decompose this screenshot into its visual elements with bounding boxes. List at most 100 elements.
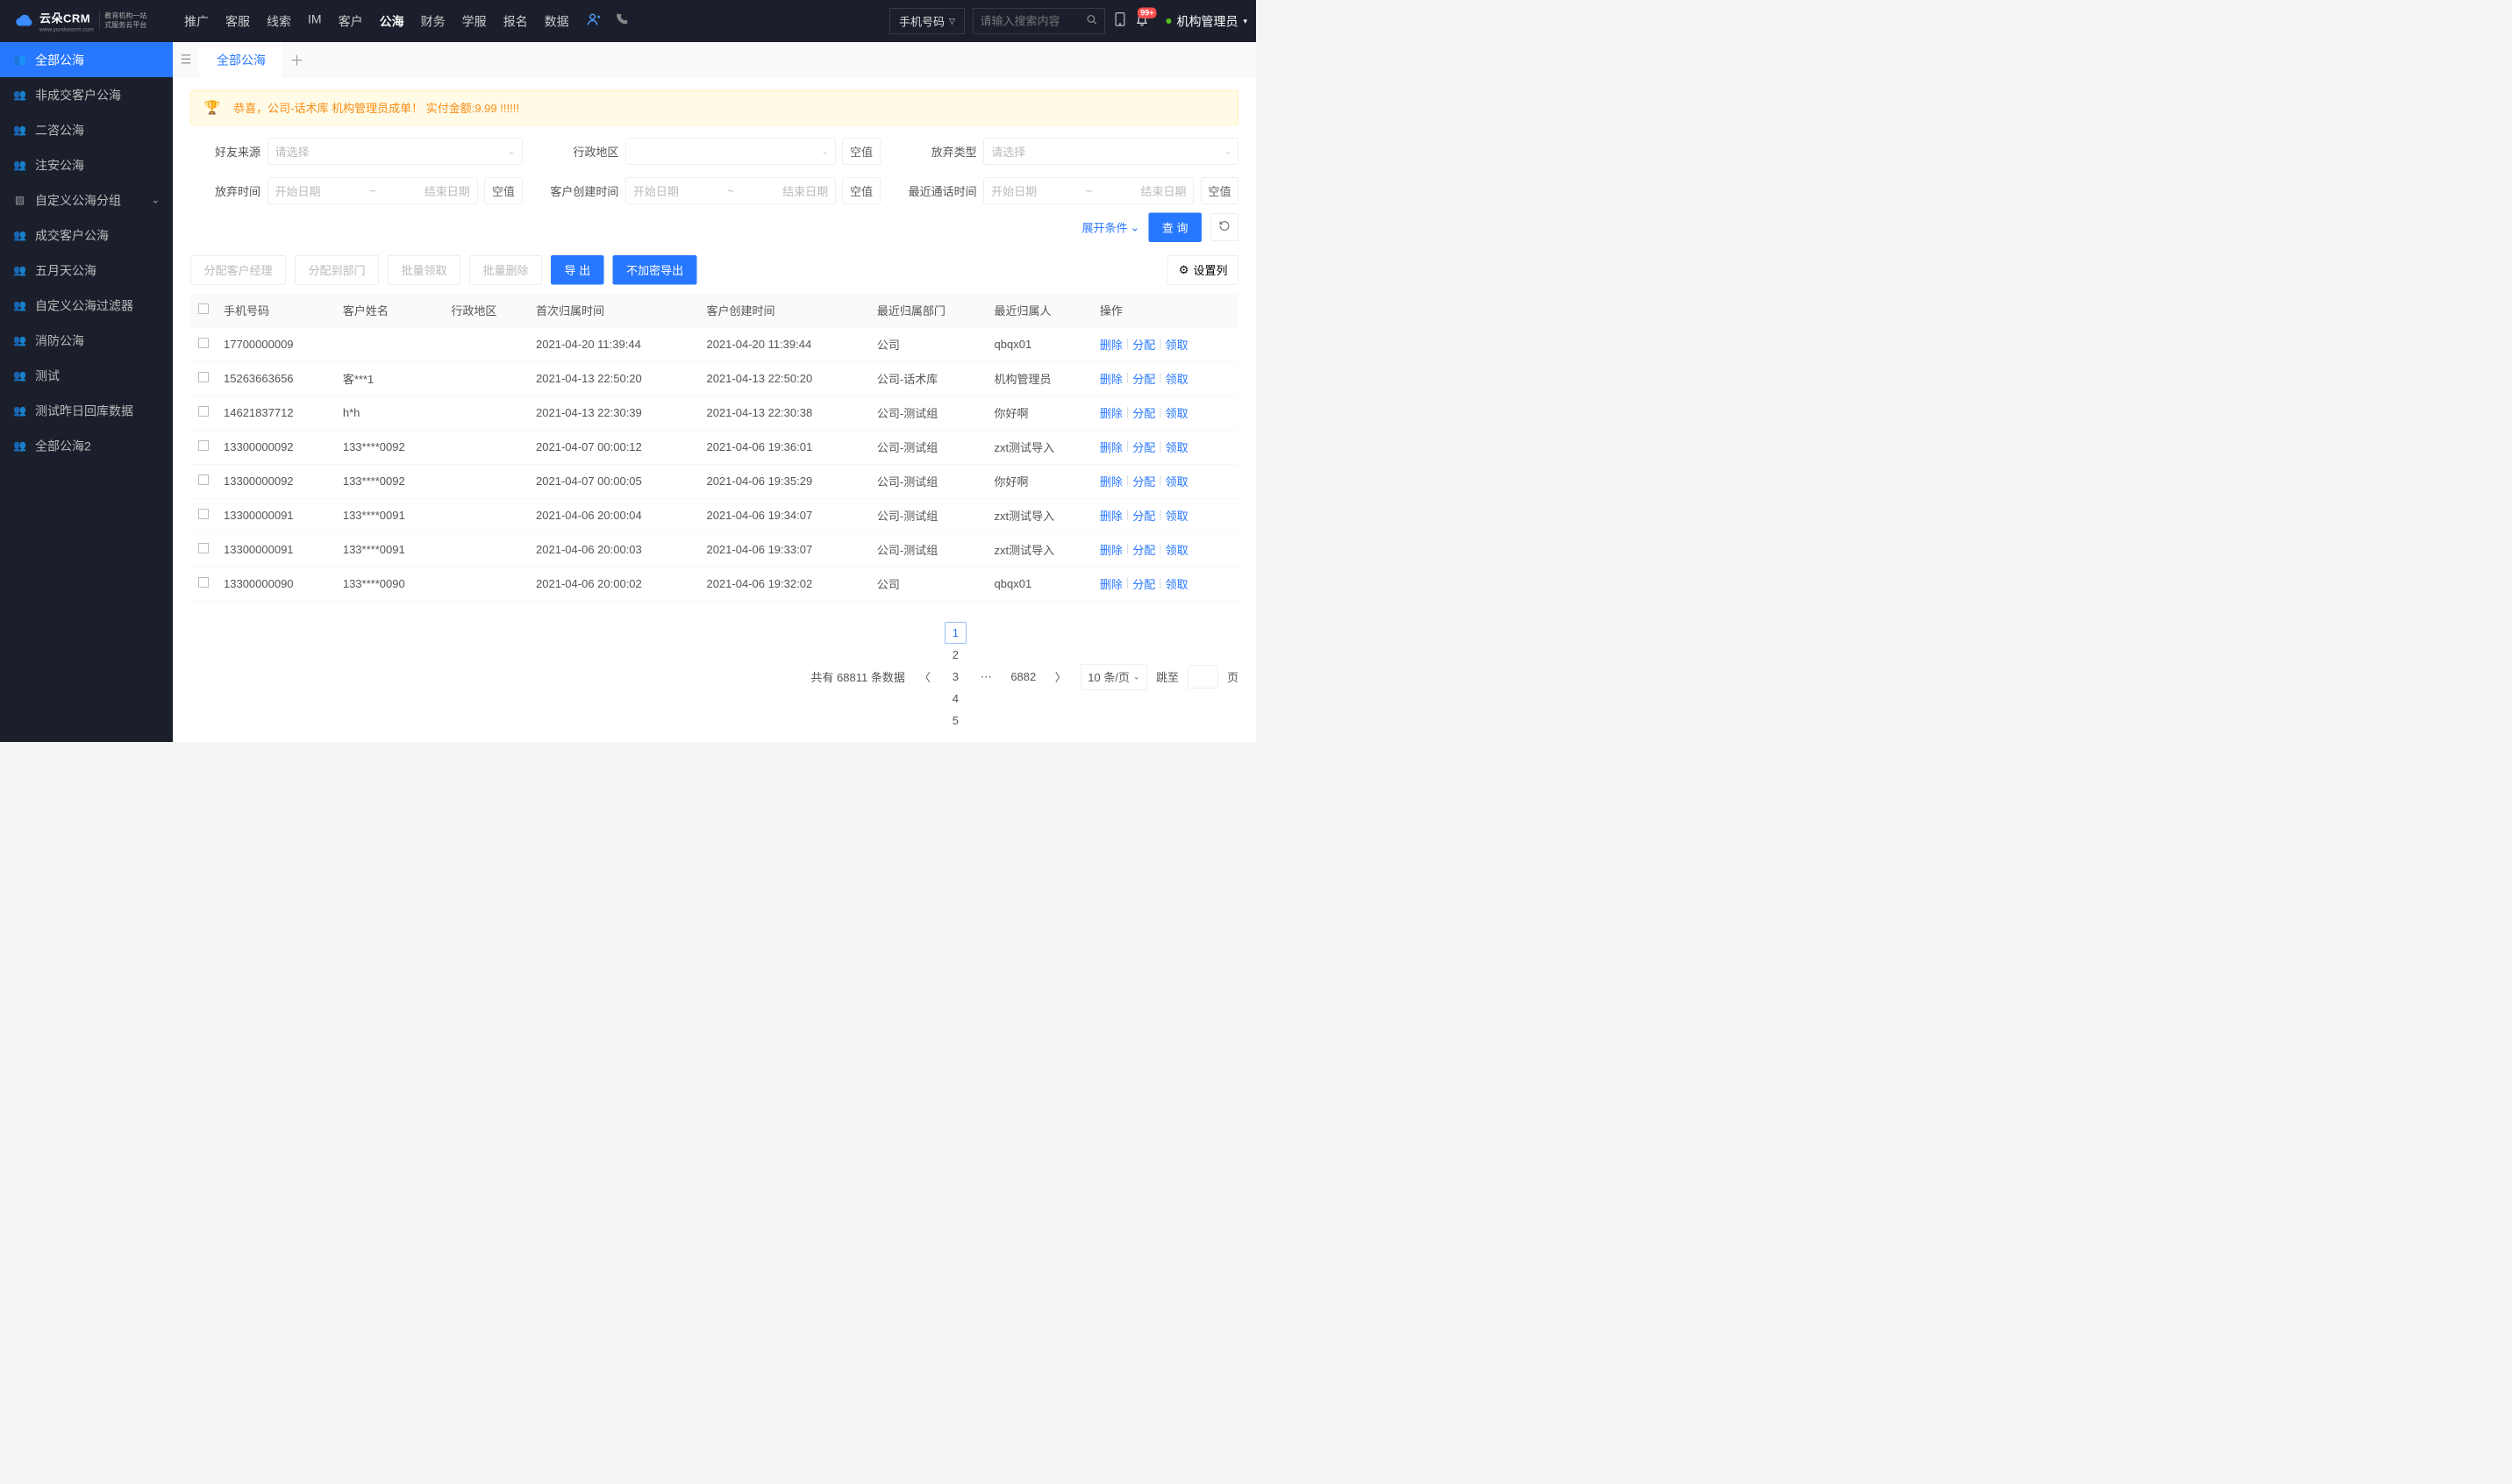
column-settings-button[interactable]: ⚙设置列 <box>1167 255 1238 285</box>
region-blank-button[interactable]: 空值 <box>843 139 881 165</box>
row-checkbox[interactable] <box>198 372 209 382</box>
row-checkbox[interactable] <box>198 440 209 451</box>
page-number-2[interactable]: 2 <box>945 644 967 666</box>
export-button[interactable]: 导 出 <box>551 255 604 285</box>
row-claim-link[interactable]: 领取 <box>1166 610 1188 612</box>
row-delete-link[interactable]: 删除 <box>1100 439 1123 456</box>
row-checkbox[interactable] <box>198 577 209 588</box>
user-menu[interactable]: 机构管理员 ▾ <box>1166 12 1247 30</box>
row-assign-link[interactable]: 分配 <box>1132 371 1155 388</box>
tab-all-sea[interactable]: 全部公海 <box>199 42 284 77</box>
nav-item-4[interactable]: 客户 <box>339 11 363 32</box>
row-claim-link[interactable]: 领取 <box>1166 405 1188 422</box>
friend-source-select[interactable]: 请选择⌄ <box>268 139 522 165</box>
row-assign-link[interactable]: 分配 <box>1132 542 1155 559</box>
row-checkbox[interactable] <box>198 406 209 417</box>
batch-delete-button[interactable]: 批量删除 <box>469 255 542 285</box>
batch-claim-button[interactable]: 批量领取 <box>388 255 460 285</box>
sidebar-item-6[interactable]: 👥五月天公海 <box>0 253 173 288</box>
last-call-blank-button[interactable]: 空值 <box>1201 178 1238 204</box>
row-delete-link[interactable]: 删除 <box>1100 371 1123 388</box>
sidebar-item-2[interactable]: 👥二咨公海 <box>0 112 173 147</box>
row-claim-link[interactable]: 领取 <box>1166 542 1188 559</box>
row-checkbox[interactable] <box>198 474 209 485</box>
last-call-range[interactable]: 开始日期~结束日期 <box>984 178 1194 204</box>
sidebar-item-3[interactable]: 👥注安公海 <box>0 147 173 182</box>
sidebar-item-4[interactable]: ▧自定义公海分组⌄ <box>0 182 173 218</box>
create-time-blank-button[interactable]: 空值 <box>843 178 881 204</box>
sidebar-item-11[interactable]: 👥全部公海2 <box>0 428 173 463</box>
export-unmask-button[interactable]: 不加密导出 <box>613 255 697 285</box>
abandon-time-blank-button[interactable]: 空值 <box>484 178 522 204</box>
row-delete-link[interactable]: 删除 <box>1100 474 1123 490</box>
assign-dept-button[interactable]: 分配到部门 <box>295 255 379 285</box>
row-delete-link[interactable]: 删除 <box>1100 542 1123 559</box>
search-icon[interactable] <box>1086 14 1097 29</box>
row-delete-link[interactable]: 删除 <box>1100 337 1123 353</box>
row-claim-link[interactable]: 领取 <box>1166 439 1188 456</box>
page-number-4[interactable]: 4 <box>945 688 967 710</box>
user-add-icon[interactable] <box>587 12 602 31</box>
page-number-3[interactable]: 3 <box>945 666 967 688</box>
sidebar-item-8[interactable]: 👥消防公海 <box>0 323 173 358</box>
last-page-button[interactable]: 6882 <box>1006 666 1041 688</box>
tab-add-button[interactable]: ＋ <box>284 49 310 69</box>
sidebar-item-5[interactable]: 👥成交客户公海 <box>0 218 173 253</box>
jump-page-input[interactable] <box>1188 665 1218 688</box>
abandon-time-range[interactable]: 开始日期~结束日期 <box>268 178 477 204</box>
phone-icon[interactable] <box>615 12 629 30</box>
sidebar-item-9[interactable]: 👥测试 <box>0 358 173 393</box>
row-checkbox[interactable] <box>198 543 209 553</box>
nav-item-3[interactable]: IM <box>308 11 322 32</box>
nav-item-5[interactable]: 公海 <box>380 11 404 32</box>
nav-item-0[interactable]: 推广 <box>184 11 209 32</box>
row-claim-link[interactable]: 领取 <box>1166 474 1188 490</box>
row-assign-link[interactable]: 分配 <box>1132 474 1155 490</box>
tablet-icon[interactable] <box>1113 12 1126 31</box>
query-button[interactable]: 查 询 <box>1148 213 1202 243</box>
sidebar-item-1[interactable]: 👥非成交客户公海 <box>0 77 173 112</box>
prev-page-button[interactable]: 〈 <box>914 666 936 688</box>
next-page-button[interactable]: 〉 <box>1050 666 1072 688</box>
row-checkbox[interactable] <box>198 509 209 519</box>
row-assign-link[interactable]: 分配 <box>1132 405 1155 422</box>
row-assign-link[interactable]: 分配 <box>1132 439 1155 456</box>
create-time-range[interactable]: 开始日期~结束日期 <box>625 178 835 204</box>
row-assign-link[interactable]: 分配 <box>1132 337 1155 353</box>
row-delete-link[interactable]: 删除 <box>1100 610 1123 612</box>
row-checkbox[interactable] <box>198 338 209 348</box>
page-size-select[interactable]: 10 条/页⌄ <box>1081 664 1147 690</box>
row-claim-link[interactable]: 领取 <box>1166 508 1188 524</box>
refresh-button[interactable] <box>1210 214 1238 242</box>
bell-icon[interactable]: 99+ <box>1135 12 1148 31</box>
nav-item-2[interactable]: 线索 <box>267 11 291 32</box>
search-input[interactable] <box>980 14 1081 28</box>
row-claim-link[interactable]: 领取 <box>1166 337 1188 353</box>
row-assign-link[interactable]: 分配 <box>1132 508 1155 524</box>
row-delete-link[interactable]: 删除 <box>1100 576 1123 593</box>
region-select[interactable]: ⌄ <box>625 139 835 165</box>
row-assign-link[interactable]: 分配 <box>1132 576 1155 593</box>
page-ellipsis[interactable]: ⋯ <box>975 666 997 688</box>
page-number-1[interactable]: 1 <box>945 622 967 644</box>
row-delete-link[interactable]: 删除 <box>1100 405 1123 422</box>
select-all-checkbox[interactable] <box>198 303 209 314</box>
assign-manager-button[interactable]: 分配客户经理 <box>190 255 286 285</box>
sidebar-item-7[interactable]: 👥自定义公海过滤器 <box>0 288 173 323</box>
sidebar-item-0[interactable]: 👥全部公海 <box>0 42 173 77</box>
sidebar-item-10[interactable]: 👥测试昨日回库数据 <box>0 393 173 428</box>
nav-item-8[interactable]: 报名 <box>503 11 528 32</box>
row-claim-link[interactable]: 领取 <box>1166 576 1188 593</box>
expand-filters-link[interactable]: 展开条件 ⌄ <box>1081 219 1139 236</box>
nav-item-7[interactable]: 学服 <box>462 11 487 32</box>
nav-item-6[interactable]: 财务 <box>421 11 446 32</box>
tabs-collapse-icon[interactable]: ☰ <box>173 53 199 68</box>
nav-item-9[interactable]: 数据 <box>545 11 569 32</box>
row-claim-link[interactable]: 领取 <box>1166 371 1188 388</box>
row-assign-link[interactable]: 分配 <box>1132 610 1155 612</box>
search-type-select[interactable]: 手机号码▽ <box>890 8 965 34</box>
row-delete-link[interactable]: 删除 <box>1100 508 1123 524</box>
abandon-type-select[interactable]: 请选择⌄ <box>984 139 1238 165</box>
page-number-5[interactable]: 5 <box>945 710 967 731</box>
nav-item-1[interactable]: 客服 <box>225 11 250 32</box>
